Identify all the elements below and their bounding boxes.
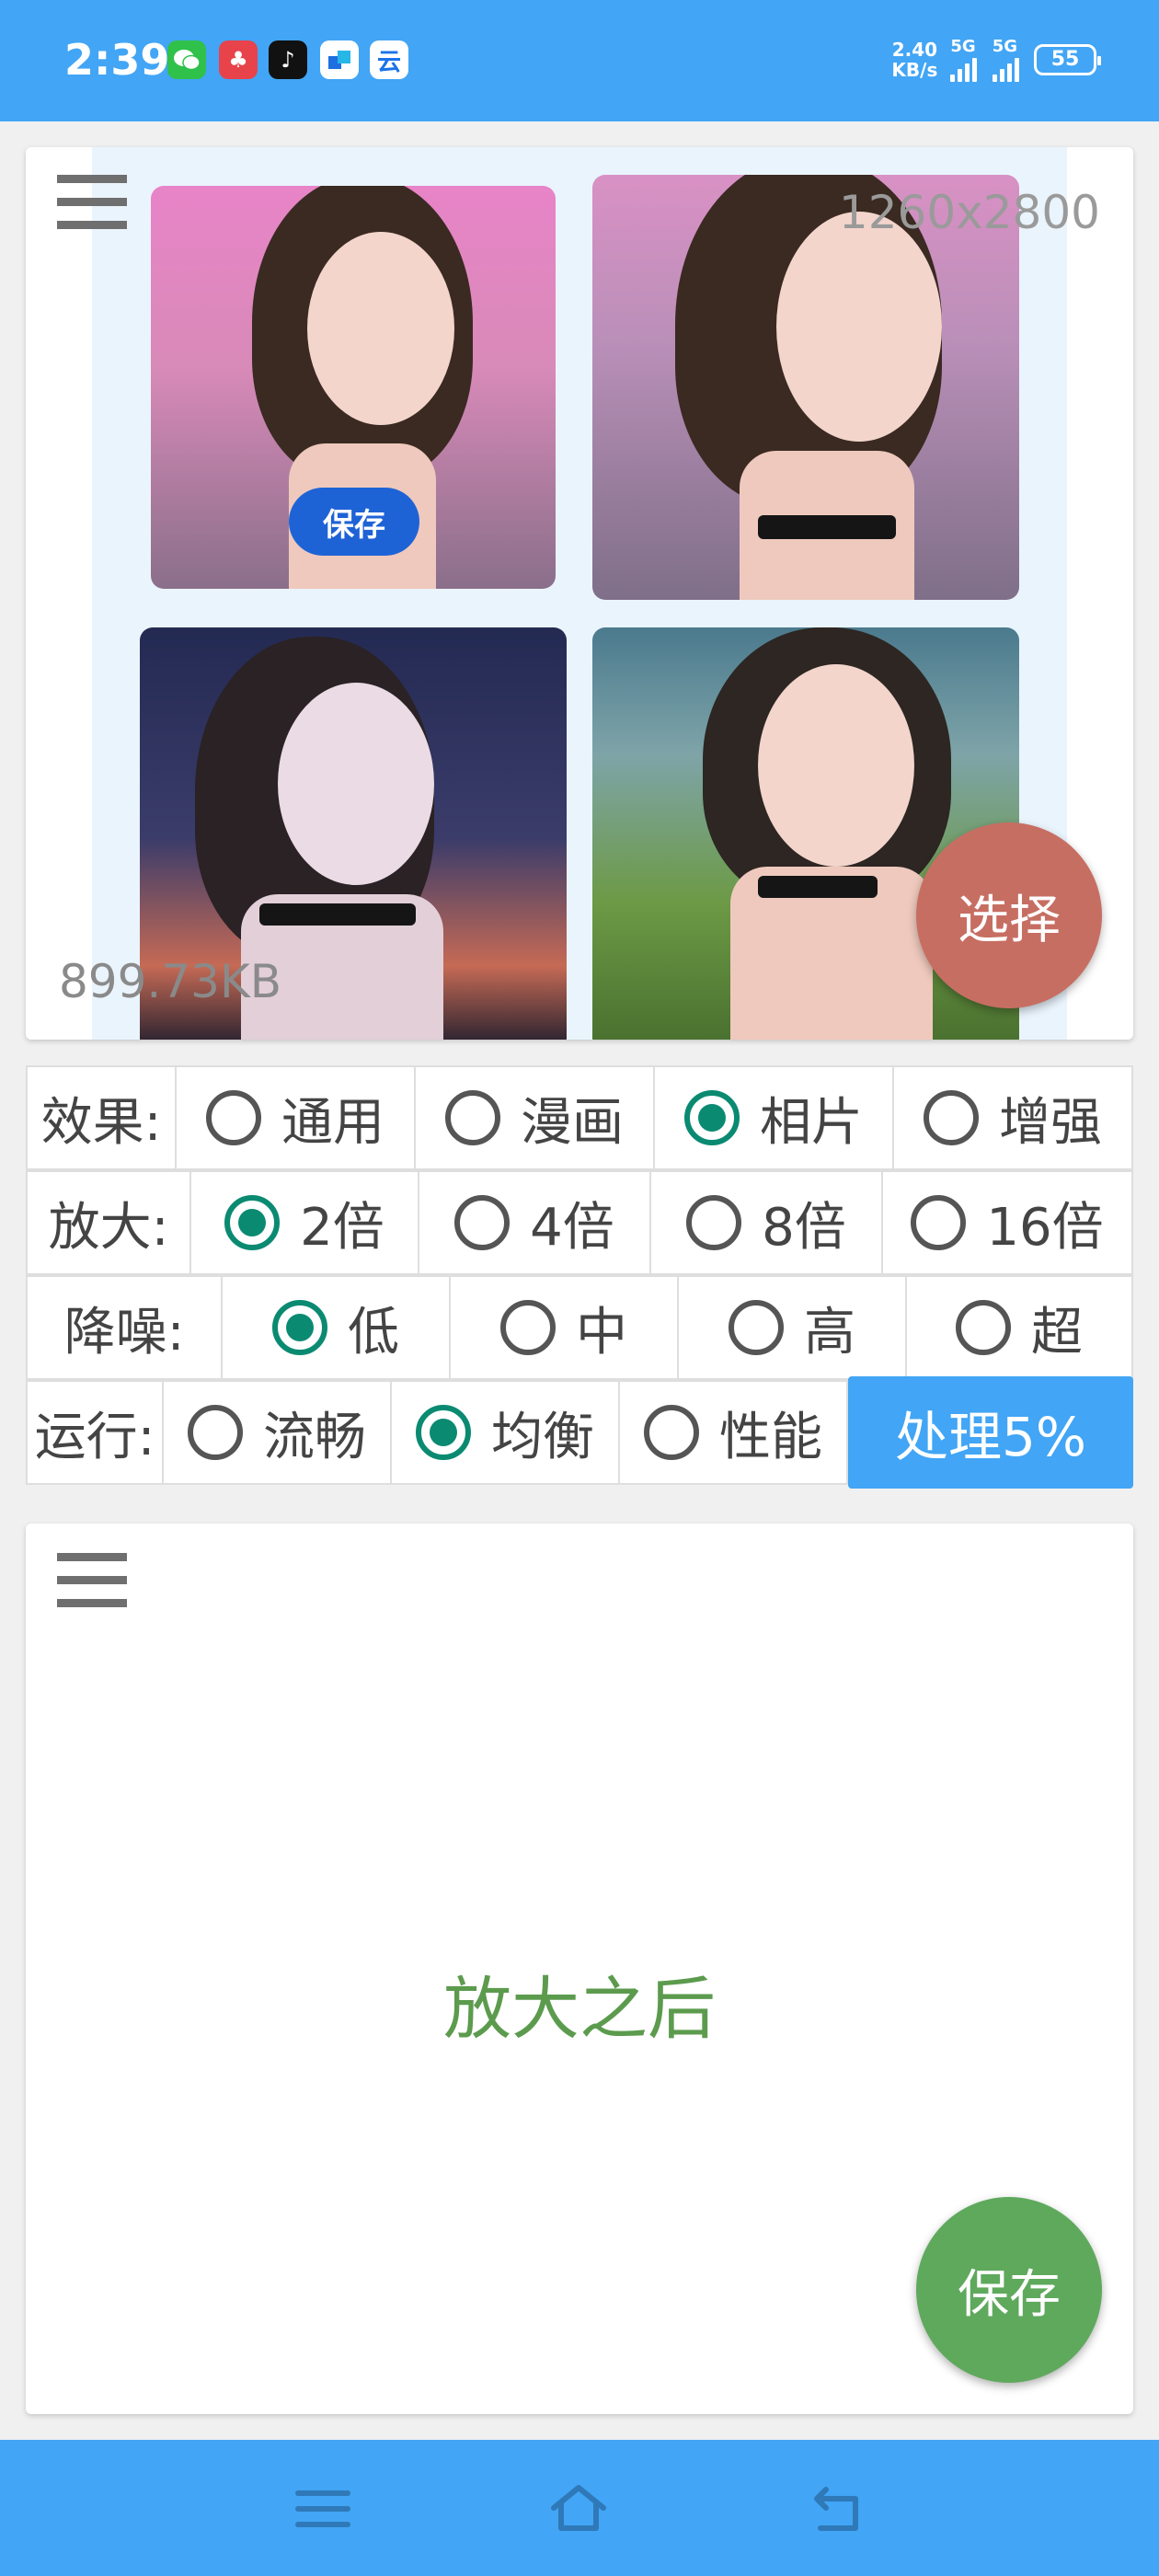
battery-icon: 55 [1034, 43, 1101, 75]
network-speed-value: 2.40 [891, 38, 938, 61]
effect-label: 效果: [26, 1065, 177, 1170]
save-result-button[interactable]: 保存 [916, 2197, 1102, 2383]
denoise-option-high[interactable]: 高 [679, 1275, 907, 1380]
battery-level: 55 [1050, 48, 1080, 71]
image-file-size: 899.73KB [59, 955, 282, 1008]
status-indicators: 2.40 KB/s 5G 5G 55 [891, 37, 1101, 82]
radio-button-selected[interactable] [416, 1405, 471, 1460]
denoise-row: 降噪: 低 中 高 超 [26, 1275, 1133, 1380]
option-label: 均衡 [491, 1407, 594, 1467]
option-label: 高 [804, 1302, 855, 1363]
option-label: 2倍 [300, 1197, 384, 1258]
effect-option-general[interactable]: 通用 [177, 1065, 416, 1170]
radio-button-selected[interactable] [224, 1195, 281, 1250]
menu-icon[interactable] [57, 175, 127, 230]
denoise-option-super[interactable]: 超 [907, 1275, 1133, 1380]
status-time: 2:39 [64, 35, 170, 85]
effect-option-enhance[interactable]: 增强 [894, 1065, 1133, 1170]
option-label: 漫画 [521, 1092, 624, 1153]
run-mode-label: 运行: [26, 1380, 164, 1485]
option-label: 增强 [999, 1092, 1102, 1153]
back-icon[interactable] [806, 2480, 870, 2537]
menu-icon[interactable] [291, 2480, 355, 2537]
denoise-option-low[interactable]: 低 [223, 1275, 451, 1380]
denoise-option-medium[interactable]: 中 [451, 1275, 679, 1380]
scale-label: 放大: [26, 1170, 191, 1275]
option-label: 超 [1031, 1302, 1083, 1363]
run-mode-option-smooth[interactable]: 流畅 [164, 1380, 392, 1485]
radio-button-selected[interactable] [684, 1090, 740, 1145]
run-mode-row: 运行: 流畅 均衡 性能 处理5% [26, 1376, 1133, 1489]
radio-button[interactable] [924, 1090, 979, 1145]
navigation-bar [0, 2440, 1159, 2576]
option-label: 中 [576, 1302, 627, 1363]
scale-row: 放大: 2倍 4倍 8倍 16倍 [26, 1170, 1133, 1275]
option-label: 低 [348, 1302, 399, 1363]
denoise-label: 降噪: [26, 1275, 223, 1380]
run-mode-option-performance[interactable]: 性能 [620, 1380, 848, 1485]
radio-button[interactable] [445, 1090, 500, 1145]
home-icon[interactable] [546, 2480, 611, 2537]
network-speed-unit: KB/s [891, 58, 938, 81]
radio-button-selected[interactable] [272, 1300, 327, 1355]
save-original-button[interactable]: 保存 [289, 488, 419, 556]
radio-button[interactable] [500, 1300, 556, 1355]
output-placeholder: 放大之后 [443, 1970, 716, 2049]
sim1-network-type: 5G [950, 37, 976, 56]
image-resolution: 1260x2800 [838, 186, 1100, 239]
tasks-app-icon [320, 40, 359, 79]
process-button[interactable]: 处理5% [848, 1376, 1133, 1489]
tiktok-icon: ♪ [269, 40, 307, 79]
radio-button[interactable] [454, 1195, 511, 1250]
option-label: 通用 [281, 1092, 384, 1153]
select-image-button[interactable]: 选择 [916, 822, 1102, 1008]
effect-option-photo[interactable]: 相片 [655, 1065, 894, 1170]
radio-button[interactable] [956, 1300, 1011, 1355]
cloud-app-icon: 云 [370, 40, 408, 79]
scale-option-4x[interactable]: 4倍 [419, 1170, 651, 1275]
radio-button[interactable] [911, 1195, 967, 1250]
sim2-network-type: 5G [992, 37, 1017, 56]
menu-icon[interactable] [57, 1553, 127, 1608]
effect-option-comic[interactable]: 漫画 [416, 1065, 655, 1170]
radio-button[interactable] [729, 1300, 784, 1355]
wechat-icon [167, 40, 206, 79]
option-label: 16倍 [986, 1197, 1104, 1258]
run-mode-option-balanced[interactable]: 均衡 [392, 1380, 620, 1485]
signal-sim1: 5G [950, 37, 979, 82]
signal-bars-icon [950, 56, 978, 82]
option-label: 8倍 [762, 1197, 846, 1258]
radio-button[interactable] [644, 1405, 699, 1460]
option-label: 性能 [719, 1407, 822, 1467]
radio-button[interactable] [686, 1195, 742, 1250]
status-bar: 2:39 ♣ ♪ 云 2.40 KB/s 5G 5G 55 [0, 0, 1159, 121]
game-app-icon: ♣ [219, 40, 258, 79]
signal-bars-icon [992, 56, 1019, 82]
radio-button[interactable] [206, 1090, 261, 1145]
radio-button[interactable] [188, 1405, 243, 1460]
signal-sim2: 5G [992, 37, 1021, 82]
effect-row: 效果: 通用 漫画 相片 增强 [26, 1065, 1133, 1170]
option-label: 相片 [760, 1092, 863, 1153]
option-label: 流畅 [263, 1407, 366, 1467]
network-speed: 2.40 KB/s [891, 40, 937, 80]
scale-option-8x[interactable]: 8倍 [651, 1170, 883, 1275]
option-label: 4倍 [530, 1197, 614, 1258]
scale-option-16x[interactable]: 16倍 [883, 1170, 1133, 1275]
scale-option-2x[interactable]: 2倍 [191, 1170, 419, 1275]
